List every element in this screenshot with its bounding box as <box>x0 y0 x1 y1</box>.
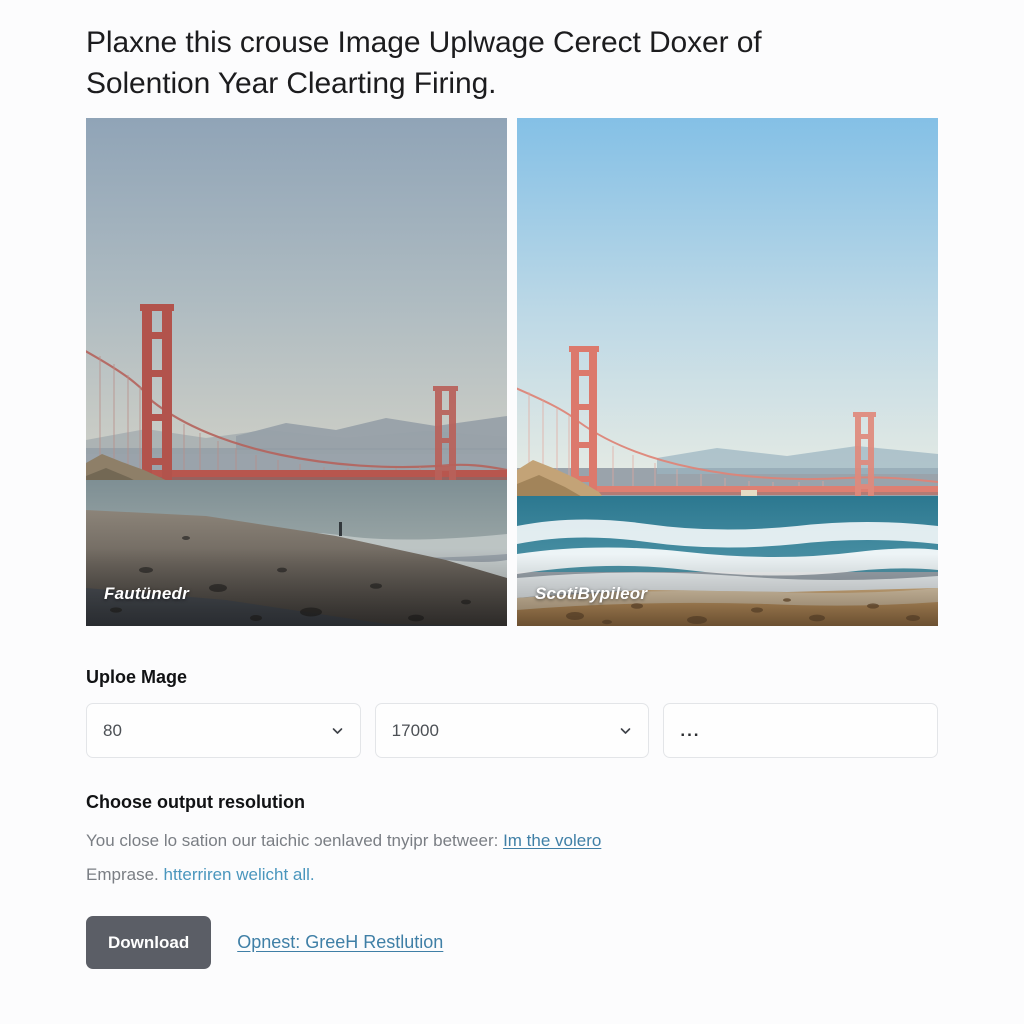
chevron-down-icon <box>619 724 632 737</box>
app-root: Plaxne this crouse Image Uplwage Cerect … <box>0 0 1024 1024</box>
volume-link[interactable]: Im the volero <box>503 831 601 850</box>
reset-resolution-link[interactable]: Opnest: GreeH Restlution <box>237 932 443 953</box>
resolution-description-line1: You close lo sation our taichic ɔenlaved… <box>86 824 946 858</box>
after-image-caption: ScotiBypileor <box>535 584 648 603</box>
quality-select[interactable]: 80 <box>86 703 361 758</box>
size-select[interactable]: 17000 <box>374 703 650 758</box>
size-select-value: 17000 <box>391 720 439 740</box>
upload-controls: 80 17000 ... <box>86 703 939 758</box>
upload-section-label: Uploe Mage <box>86 667 188 687</box>
after-image-graphic <box>517 118 938 626</box>
before-image[interactable]: Fautünedr <box>86 118 507 626</box>
more-options-field[interactable]: ... <box>663 703 939 758</box>
quality-select-value: 80 <box>103 720 122 740</box>
download-button[interactable]: Download <box>86 916 212 969</box>
before-image-graphic <box>86 118 507 626</box>
resolution-description-text: You close lo sation our taichic ɔenlaved… <box>86 831 499 850</box>
before-image-caption: Fautünedr <box>104 584 189 603</box>
action-bar: Download Opnest: GreeH Restlution <box>86 916 443 969</box>
resolution-description-line2: Emprase. htterriren welicht all. <box>86 858 946 892</box>
after-image[interactable]: ScotiBypileor <box>517 118 938 626</box>
chevron-down-icon <box>331 724 344 737</box>
resolution-description-text-2: Emprase. <box>86 865 159 884</box>
ellipsis-icon: ... <box>680 720 701 740</box>
page-title: Plaxne this crouse Image Uplwage Cerect … <box>86 26 762 101</box>
image-comparison: Fautünedr ScotiBypileor <box>86 118 938 626</box>
secondary-link[interactable]: htterriren welicht all. <box>163 865 314 884</box>
resolution-section-label: Choose output resolution <box>86 792 305 812</box>
